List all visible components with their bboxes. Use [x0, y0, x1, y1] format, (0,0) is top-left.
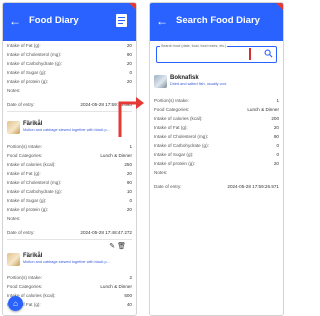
food-thumbnail: [7, 120, 20, 134]
detail-row: Intake of protein (g): 20: [7, 207, 132, 212]
back-arrow-icon[interactable]: ←: [156, 15, 168, 27]
detail-row: Portion(s) Intake: 1: [7, 144, 132, 149]
text-cursor: [249, 48, 251, 60]
page-title: Search Food Diary: [176, 15, 260, 26]
food-name: Färikål: [23, 253, 43, 259]
page-title: Food Diary: [29, 15, 79, 26]
detail-row: Food Categories: Lunch & Dinner: [7, 284, 132, 289]
food-description: Mutton and cabbage stewed together with …: [23, 128, 110, 132]
detail-row: Intake of Sugar (g): 0: [7, 198, 132, 203]
detail-row: Intake of calories (kcal): 200: [154, 116, 279, 121]
food-thumbnail: [7, 252, 20, 266]
food-thumbnail: [154, 74, 167, 88]
back-arrow-icon[interactable]: ←: [9, 15, 21, 27]
detail-row: Portion(s) Intake: 1: [154, 98, 279, 103]
entry-details: Portion(s) Intake: 1 Food Categories: Lunc…: [3, 142, 136, 237]
search-placeholder: Search food (date, food, food notes, etc…: [160, 44, 228, 48]
detail-row: Intake of Cholesterol (mg): 90: [7, 52, 132, 57]
food-description: Mutton and cabbage stewed together with …: [23, 260, 110, 264]
entry-details: Portion(s) Intake: 1 Food Categories: Lunc…: [150, 96, 283, 191]
date-row: Date of entry: 2024-05-28 17:59:26.571: [154, 184, 279, 189]
detail-row: Intake of calories (kcal): 500: [7, 293, 132, 298]
detail-row: Intake of Cholesterol (mg): 90: [7, 180, 132, 185]
detail-row: Intake of Sugar (g): 0: [7, 70, 132, 75]
detail-row: Intake of Fat (g): 20: [7, 43, 132, 48]
detail-row: Food Categories: Lunch & Dinner: [154, 107, 279, 112]
detail-row: Intake of Carbohydrate (g): 20: [7, 61, 132, 66]
home-button[interactable]: ⌂: [8, 296, 23, 311]
detail-row: Intake of protein (g): 20: [154, 161, 279, 166]
entry-actions: ✎ 🗑: [109, 242, 126, 250]
app-bar: ← Search Food Diary: [150, 3, 283, 41]
detail-row: Intake of Fat (g): 40: [7, 302, 132, 307]
detail-row: Intake of Sugar (g): 0: [154, 152, 279, 157]
search-input[interactable]: Search food (date, food, food notes, etc…: [156, 44, 277, 63]
food-result-card[interactable]: Boknafisk Dried and salted fish, usually…: [154, 69, 279, 93]
detail-row: Portion(s) Intake: 2: [7, 275, 132, 280]
detail-row: Intake of Fat (g): 20: [154, 125, 279, 130]
corner-ribbon: [129, 3, 136, 12]
notebook-icon[interactable]: [114, 12, 130, 28]
search-icon[interactable]: [264, 49, 273, 58]
detail-row: Intake of Cholesterol (mg): 90: [154, 134, 279, 139]
annotation-arrow: [118, 97, 144, 137]
food-name: Boknafisk: [170, 75, 199, 81]
date-row: Date of entry: 2024-05-28 17:48:47.272: [7, 230, 132, 235]
search-food-diary-screen: ← Search Food Diary Search food (date, f…: [149, 2, 284, 316]
detail-row: Intake of Carbohydrate (g): 10: [7, 189, 132, 194]
divider: [7, 239, 132, 240]
food-diary-screen: ← Food Diary Intake of Fat (g): 20 Intake…: [2, 2, 137, 316]
detail-row: Intake of Fat (g): 20: [7, 171, 132, 176]
corner-ribbon: [276, 3, 283, 12]
food-description: Dried and salted fish, usually cod.: [170, 82, 227, 86]
home-icon: ⌂: [13, 299, 18, 308]
edit-icon[interactable]: ✎: [109, 243, 115, 250]
food-entry-card[interactable]: ✎ 🗑 Färikål Mutton and cabbage stewed to…: [7, 243, 132, 267]
detail-row: Notes:: [7, 216, 21, 221]
app-bar: ← Food Diary: [3, 3, 136, 41]
detail-row: Intake of calories (kcal): 250: [7, 162, 132, 167]
delete-icon[interactable]: 🗑: [117, 243, 126, 250]
food-name: Färikål: [23, 121, 43, 127]
detail-row: Intake of protein (g): 20: [7, 79, 132, 84]
detail-row: Intake of Carbohydrate (g): 0: [154, 143, 279, 148]
detail-row: Notes:: [154, 170, 168, 175]
detail-row: Food Categories: Lunch & Dinner: [7, 153, 132, 158]
